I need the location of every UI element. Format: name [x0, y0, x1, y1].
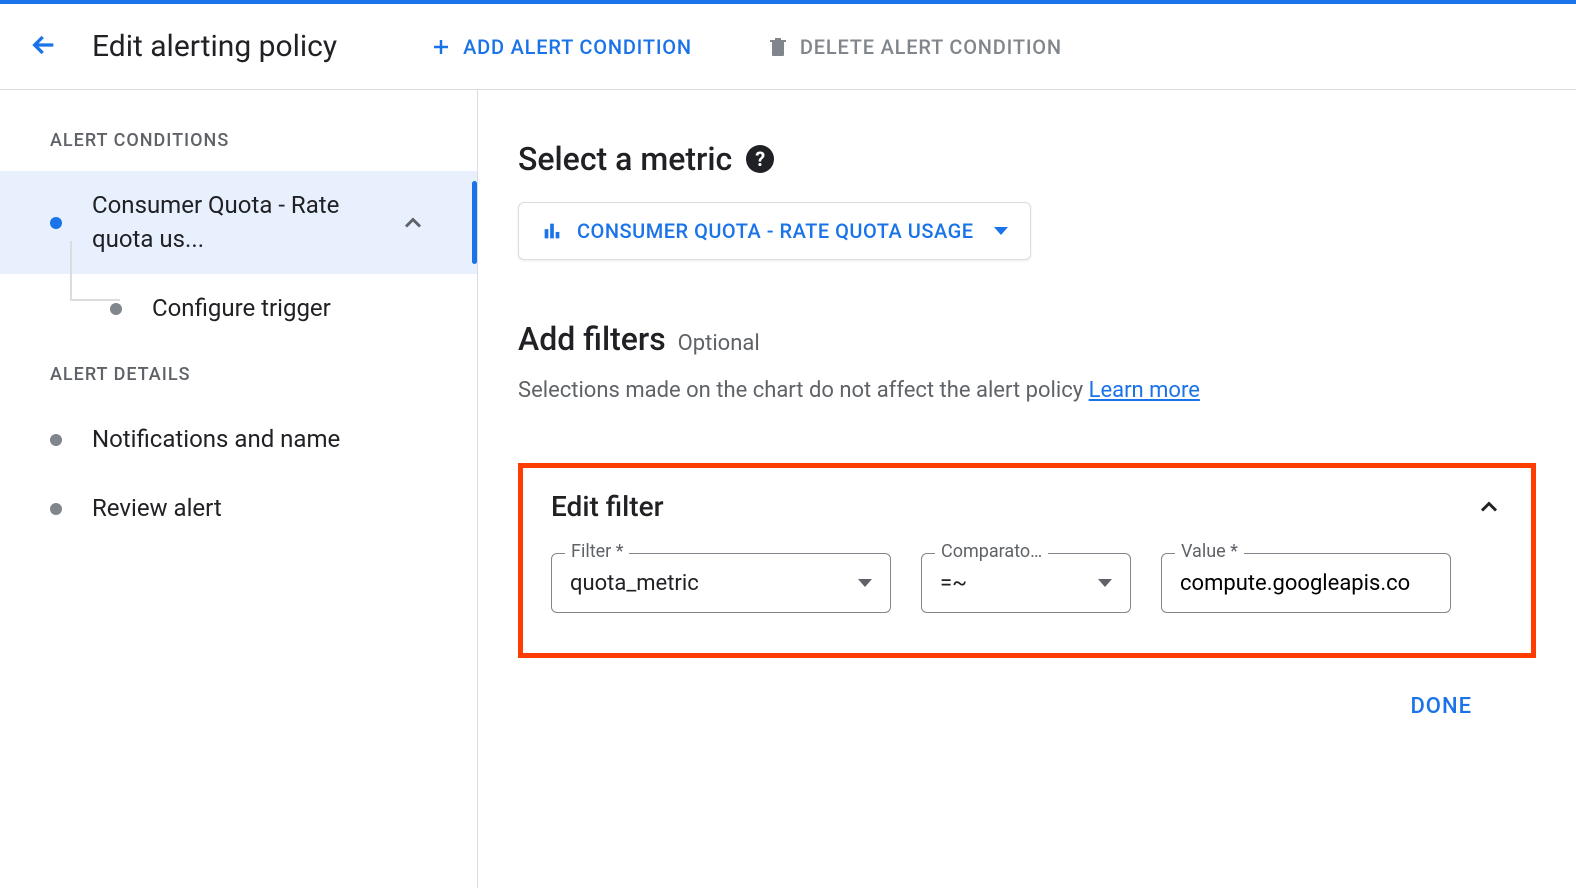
done-row: DONE [518, 658, 1536, 727]
filter-field-group: Filter * quota_metric [551, 553, 891, 613]
edit-filter-panel: Edit filter Filter * quota_metric Compar… [518, 463, 1536, 658]
notifications-label: Notifications and name [92, 423, 457, 457]
value-input-wrapper [1161, 553, 1451, 613]
delete-alert-condition-button[interactable]: DELETE ALERT CONDITION [754, 27, 1074, 67]
add-filters-section: Add filters Optional Selections made on … [518, 320, 1536, 403]
sidebar: ALERT CONDITIONS Consumer Quota - Rate q… [0, 90, 478, 888]
filter-label: Filter * [565, 541, 629, 562]
plus-icon [429, 35, 453, 59]
bar-chart-icon [541, 220, 563, 242]
metric-selector[interactable]: CONSUMER QUOTA - RATE QUOTA USAGE [518, 202, 1031, 260]
comparator-dropdown[interactable]: =~ [921, 553, 1131, 613]
value-field-group: Value * [1161, 553, 1451, 613]
filter-dropdown[interactable]: quota_metric [551, 553, 891, 613]
filter-hint: Selections made on the chart do not affe… [518, 378, 1536, 403]
step-dot-inactive [50, 503, 62, 515]
main-panel: Select a metric ? CONSUMER QUOTA - RATE … [478, 90, 1576, 888]
alert-conditions-heading: ALERT CONDITIONS [0, 130, 477, 171]
value-label: Value * [1175, 541, 1244, 562]
trash-icon [766, 35, 790, 59]
review-label: Review alert [92, 492, 457, 526]
chevron-down-icon [994, 227, 1008, 235]
add-filters-title: Add filters [518, 320, 666, 358]
step-dot-inactive [50, 434, 62, 446]
chevron-up-icon[interactable] [1475, 493, 1503, 521]
chevron-down-icon [1098, 579, 1112, 587]
help-icon[interactable]: ? [746, 145, 774, 173]
delete-condition-label: DELETE ALERT CONDITION [800, 35, 1062, 59]
optional-label: Optional [678, 331, 760, 356]
select-metric-title: Select a metric ? [518, 140, 1536, 178]
arrow-left-icon [28, 29, 60, 61]
sidebar-item-configure-trigger[interactable]: Configure trigger [0, 274, 477, 344]
edit-filter-title: Edit filter [551, 490, 663, 523]
add-condition-label: ADD ALERT CONDITION [463, 35, 692, 59]
filter-row: Filter * quota_metric Comparato… =~ Valu… [551, 553, 1503, 613]
configure-trigger-label: Configure trigger [152, 292, 457, 326]
page-title: Edit alerting policy [92, 29, 337, 64]
step-dot-inactive [110, 303, 122, 315]
edit-filter-header: Edit filter [551, 490, 1503, 523]
select-metric-text: Select a metric [518, 140, 732, 178]
content-area: ALERT CONDITIONS Consumer Quota - Rate q… [0, 90, 1576, 888]
back-button[interactable] [20, 21, 68, 73]
comparator-label: Comparato… [935, 541, 1048, 562]
sidebar-item-notifications[interactable]: Notifications and name [0, 405, 477, 475]
alert-details-heading: ALERT DETAILS [0, 364, 477, 405]
condition-item-label: Consumer Quota - Rate quota us... [92, 189, 399, 256]
add-alert-condition-button[interactable]: ADD ALERT CONDITION [417, 27, 704, 67]
comparator-value: =~ [940, 571, 967, 596]
step-dot-active [50, 217, 62, 229]
header-bar: Edit alerting policy ADD ALERT CONDITION… [0, 4, 1576, 90]
sidebar-item-review[interactable]: Review alert [0, 474, 477, 544]
chevron-up-icon [399, 209, 427, 237]
learn-more-link[interactable]: Learn more [1089, 378, 1200, 403]
comparator-field-group: Comparato… =~ [921, 553, 1131, 613]
metric-value-label: CONSUMER QUOTA - RATE QUOTA USAGE [577, 219, 974, 243]
filter-value: quota_metric [570, 571, 699, 596]
chevron-down-icon [858, 579, 872, 587]
filter-hint-text: Selections made on the chart do not affe… [518, 378, 1089, 403]
header-actions: ADD ALERT CONDITION DELETE ALERT CONDITI… [417, 27, 1074, 67]
value-input[interactable] [1180, 571, 1432, 596]
done-button[interactable]: DONE [1396, 686, 1486, 727]
